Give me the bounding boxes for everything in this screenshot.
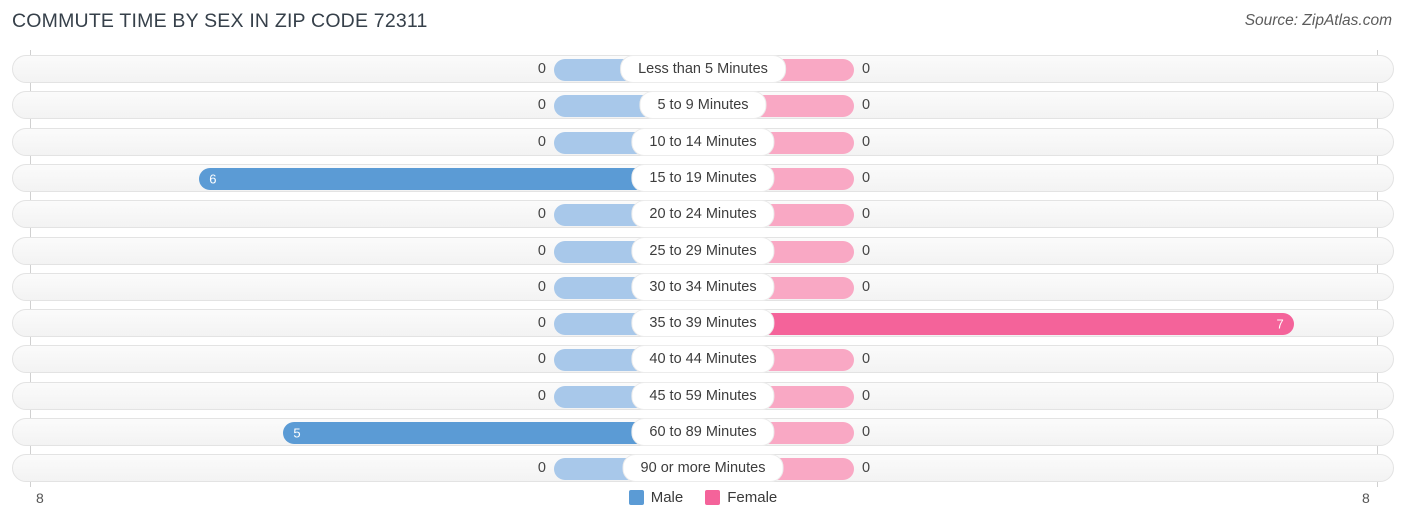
table-row[interactable]: 0 7 35 to 39 Minutes bbox=[12, 309, 1394, 338]
bar-value-male: 0 bbox=[537, 61, 546, 77]
bar-female[interactable]: 7 bbox=[704, 313, 1294, 336]
table-row[interactable]: 0 0 90 or more Minutes bbox=[12, 454, 1394, 483]
page-title: COMMUTE TIME BY SEX IN ZIP CODE 72311 bbox=[12, 10, 428, 32]
category-label: 35 to 39 Minutes bbox=[631, 309, 775, 338]
category-label: 90 or more Minutes bbox=[622, 454, 784, 483]
chart-legend: Male Female bbox=[0, 489, 1406, 506]
legend-label-female: Female bbox=[727, 489, 778, 506]
category-label: 20 to 24 Minutes bbox=[631, 200, 775, 229]
bar-value-male: 0 bbox=[537, 351, 546, 368]
table-row[interactable]: 0 0 40 to 44 Minutes bbox=[12, 345, 1394, 374]
source-attribution: Source: ZipAtlas.com bbox=[1244, 12, 1392, 29]
category-label: 45 to 59 Minutes bbox=[631, 381, 775, 410]
bar-value-male: 6 bbox=[209, 171, 217, 187]
bar-value-male: 0 bbox=[537, 206, 546, 223]
table-row[interactable]: 6 0 15 to 19 Minutes bbox=[12, 163, 1394, 192]
table-row[interactable]: 0 0 30 to 34 Minutes bbox=[12, 272, 1394, 301]
bar-value-male: 0 bbox=[537, 315, 546, 332]
table-row[interactable]: 0 0 10 to 14 Minutes bbox=[12, 127, 1394, 156]
bar-value-female: 0 bbox=[862, 278, 871, 295]
bar-value-female: 0 bbox=[862, 97, 871, 114]
bar-value-male: 5 bbox=[293, 425, 301, 441]
legend-item-female[interactable]: Female bbox=[705, 489, 777, 506]
table-row[interactable]: 0 0 45 to 59 Minutes bbox=[12, 381, 1394, 410]
bar-value-male: 0 bbox=[537, 97, 546, 114]
legend-swatch-female bbox=[705, 490, 721, 505]
category-label: 10 to 14 Minutes bbox=[631, 127, 775, 156]
plot-area: 0 0 Less than 5 Minutes 0 0 5 to 9 Minutes 0 0 1… bbox=[0, 50, 1406, 487]
category-label: 30 to 34 Minutes bbox=[631, 272, 775, 301]
legend-item-male[interactable]: Male bbox=[628, 489, 684, 506]
bar-value-male: 0 bbox=[537, 387, 546, 404]
bar-value-female: 7 bbox=[1276, 316, 1284, 332]
category-label: 5 to 9 Minutes bbox=[639, 91, 767, 120]
category-label: 25 to 29 Minutes bbox=[631, 236, 775, 265]
bar-value-male: 0 bbox=[537, 460, 546, 477]
bar-male[interactable]: 6 bbox=[199, 167, 704, 190]
chart-container: COMMUTE TIME BY SEX IN ZIP CODE 72311 So… bbox=[0, 0, 1406, 523]
legend-swatch-male bbox=[628, 490, 644, 505]
bar-value-male: 0 bbox=[537, 242, 546, 259]
table-row[interactable]: 0 0 Less than 5 Minutes bbox=[12, 55, 1394, 83]
bar-value-female: 0 bbox=[862, 351, 871, 368]
bar-value-female: 0 bbox=[862, 61, 871, 77]
chart-footer: 8 8 Male Female bbox=[0, 487, 1406, 523]
category-label: 15 to 19 Minutes bbox=[631, 163, 775, 192]
table-row[interactable]: 0 0 25 to 29 Minutes bbox=[12, 236, 1394, 265]
bar-value-female: 0 bbox=[862, 242, 871, 259]
bar-value-female: 0 bbox=[862, 460, 871, 477]
table-row[interactable]: 5 0 60 to 89 Minutes bbox=[12, 418, 1394, 446]
bar-value-female: 0 bbox=[862, 387, 871, 404]
legend-label-male: Male bbox=[650, 489, 684, 506]
category-label: 60 to 89 Minutes bbox=[631, 418, 775, 446]
bar-value-female: 0 bbox=[862, 424, 871, 440]
bar-value-female: 0 bbox=[862, 133, 871, 150]
category-label: Less than 5 Minutes bbox=[620, 55, 786, 83]
table-row[interactable]: 0 0 20 to 24 Minutes bbox=[12, 200, 1394, 229]
bar-value-female: 0 bbox=[862, 169, 871, 186]
category-label: 40 to 44 Minutes bbox=[631, 345, 775, 374]
bar-value-male: 0 bbox=[537, 278, 546, 295]
table-row[interactable]: 0 0 5 to 9 Minutes bbox=[12, 91, 1394, 120]
bar-value-female: 0 bbox=[862, 206, 871, 223]
bar-value-male: 0 bbox=[537, 133, 546, 150]
